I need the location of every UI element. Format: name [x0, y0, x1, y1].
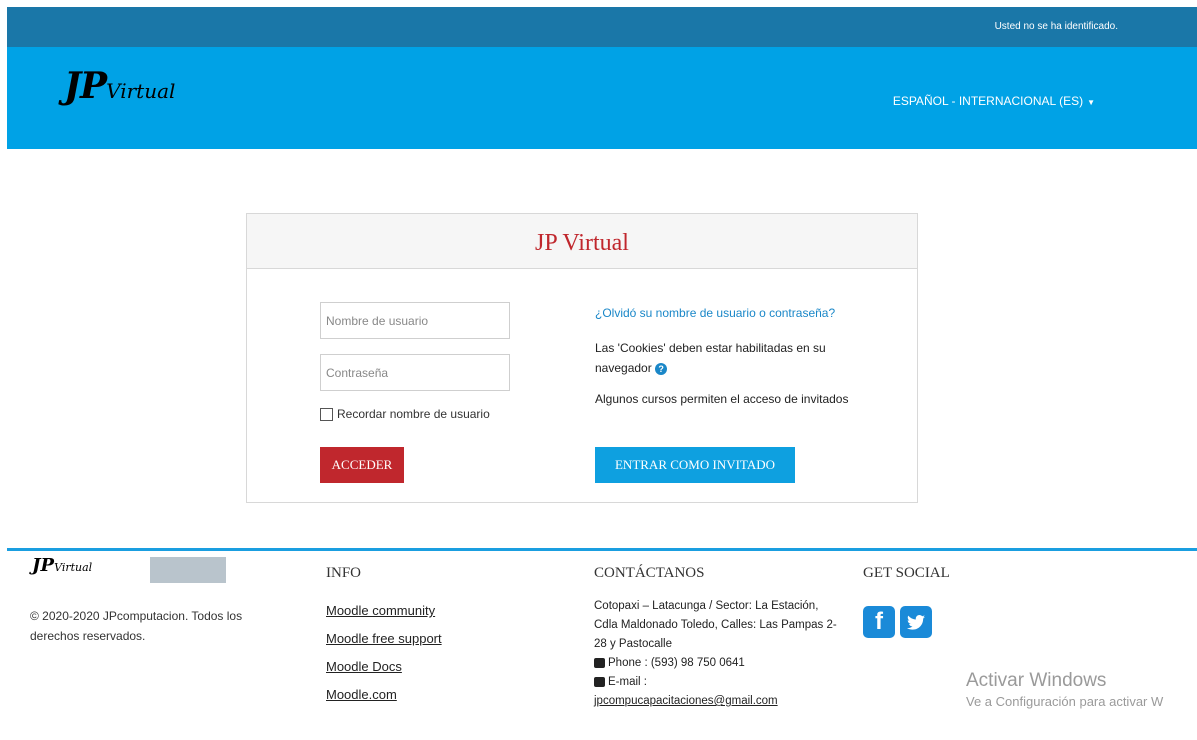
top-navbar: Usted no se ha identificado. [7, 7, 1197, 47]
windows-activation-watermark: Activar Windows Ve a Configuración para … [966, 670, 1163, 709]
contact-address: Cotopaxi – Latacunga / Sector: La Estaci… [594, 600, 837, 650]
cookies-note-text: Las 'Cookies' deben estar habilitadas en… [595, 341, 826, 375]
social-icons: f [863, 606, 932, 638]
language-menu[interactable]: ESPAÑOL - INTERNACIONAL (ES) ▼ [893, 94, 1095, 108]
contact-phone: Phone : (593) 98 750 0641 [608, 657, 745, 669]
footer-logo-jp: JP [32, 555, 55, 576]
forgot-password-link[interactable]: ¿Olvidó su nombre de usuario o contraseñ… [595, 306, 855, 320]
footer-logo-badge [150, 557, 226, 583]
help-icon[interactable]: ? [655, 362, 668, 375]
contact-phone-row: Phone : (593) 98 750 0641 [594, 654, 844, 673]
remember-username[interactable]: Recordar nombre de usuario [320, 407, 490, 421]
contact-email-label: E-mail : [608, 676, 647, 688]
watermark-line1: Activar Windows [966, 670, 1107, 691]
footer-logo-text: JPVirtual [32, 555, 92, 576]
info-heading: INFO [326, 565, 362, 581]
info-links: Moodle community Moodle free support Moo… [326, 597, 442, 709]
facebook-icon[interactable]: f [863, 606, 895, 638]
twitter-icon[interactable] [900, 606, 932, 638]
logo-jp: JP [64, 65, 107, 107]
footer-divider [7, 548, 1197, 551]
chevron-down-icon: ▼ [1087, 98, 1095, 107]
envelope-icon [594, 676, 605, 687]
contact-email-link[interactable]: jpcompucapacitaciones@gmail.com [594, 695, 778, 707]
copyright-text: © 2020-2020 JPcomputacion. Todos los der… [30, 609, 243, 643]
language-label: ESPAÑOL - INTERNACIONAL (ES) [892, 94, 1084, 108]
login-card-header: JP Virtual [247, 214, 917, 269]
twitter-bird-shape [907, 614, 925, 630]
contact-heading: CONTÁCTANOS [594, 565, 705, 581]
remember-label: Recordar nombre de usuario [337, 407, 490, 421]
login-help-column: ¿Olvidó su nombre de usuario o contraseñ… [595, 306, 855, 409]
logo-virtual: Virtual [106, 79, 176, 103]
site-logo[interactable]: JPVirtual [64, 65, 175, 107]
username-input[interactable] [320, 302, 510, 339]
password-input[interactable] [320, 354, 510, 391]
info-link-moodle[interactable]: Moodle.com [326, 681, 442, 709]
info-link-community[interactable]: Moodle community [326, 597, 442, 625]
login-status-text: Usted no se ha identificado. [994, 21, 1118, 32]
site-header: JPVirtual ESPAÑOL - INTERNACIONAL (ES) ▼ [7, 47, 1197, 149]
footer-logo: JPVirtual [30, 555, 226, 585]
guest-note: Algunos cursos permiten el acceso de inv… [595, 392, 849, 406]
phone-icon [594, 657, 605, 668]
login-card: JP Virtual Recordar nombre de usuario AC… [246, 213, 918, 503]
login-button[interactable]: ACCEDER [320, 447, 404, 483]
contact-details: Cotopaxi – Latacunga / Sector: La Estaci… [594, 597, 844, 711]
info-link-support[interactable]: Moodle free support [326, 625, 442, 653]
login-title: JP Virtual [535, 230, 629, 256]
social-heading: GET SOCIAL [863, 565, 950, 581]
guest-login-button[interactable]: ENTRAR COMO INVITADO [595, 447, 795, 483]
watermark-line2: Ve a Configuración para activar W [966, 694, 1164, 709]
info-link-docs[interactable]: Moodle Docs [326, 653, 442, 681]
contact-email-row: E-mail : [594, 673, 844, 692]
footer-logo-virtual: Virtual [54, 561, 93, 574]
cookies-note: Las 'Cookies' deben estar habilitadas en… [595, 338, 855, 378]
remember-checkbox[interactable] [320, 407, 333, 421]
